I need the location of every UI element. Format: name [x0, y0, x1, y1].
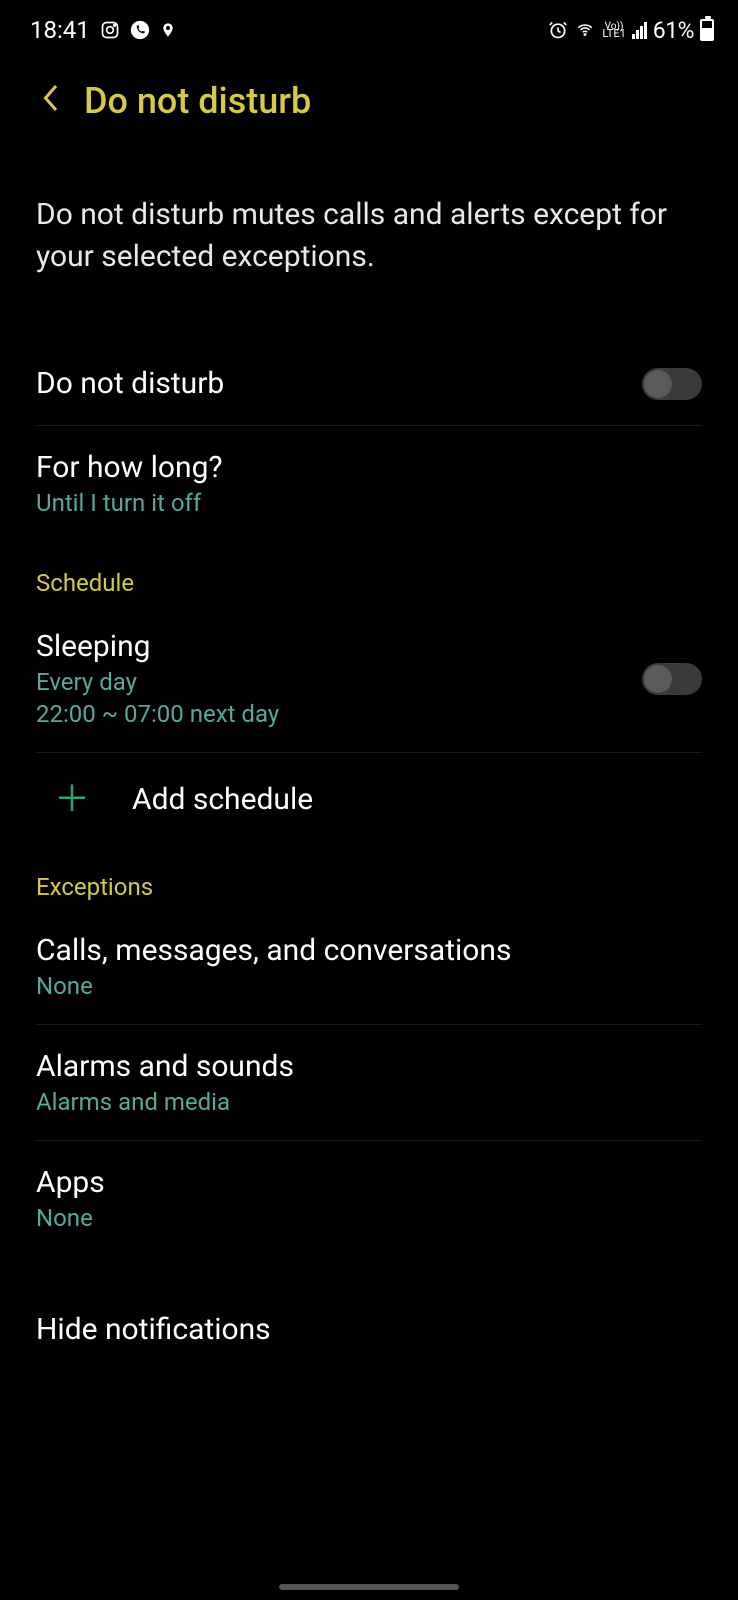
dnd-toggle-label: Do not disturb	[36, 366, 224, 401]
exception-alarms-value: Alarms and media	[36, 1088, 294, 1116]
exception-calls-title: Calls, messages, and conversations	[36, 933, 511, 968]
schedule-item-switch[interactable]	[642, 663, 702, 695]
exception-apps-row[interactable]: Apps None	[36, 1141, 702, 1256]
exception-calls-value: None	[36, 972, 511, 1000]
schedule-section-header: Schedule	[36, 541, 702, 605]
signal-icon	[632, 21, 647, 39]
schedule-item-days: Every day	[36, 668, 279, 696]
add-schedule-row[interactable]: ＋ Add schedule	[36, 753, 702, 845]
add-schedule-label: Add schedule	[132, 782, 313, 817]
schedule-item-sleeping[interactable]: Sleeping Every day 22:00 ~ 07:00 next da…	[36, 605, 702, 753]
alarm-icon	[548, 20, 568, 40]
page-description: Do not disturb mutes calls and alerts ex…	[36, 150, 702, 342]
phone-icon	[130, 20, 150, 40]
hide-notifications-label: Hide notifications	[36, 1312, 271, 1347]
instagram-icon	[100, 20, 120, 40]
volte-indicator: Vo))LTE1	[602, 23, 625, 38]
status-bar: 18:41 Vo))LTE1 61%	[0, 0, 738, 56]
back-button[interactable]	[40, 83, 60, 119]
how-long-value: Until I turn it off	[36, 489, 223, 517]
plus-icon: ＋	[54, 781, 90, 817]
schedule-item-title: Sleeping	[36, 629, 279, 664]
exception-calls-row[interactable]: Calls, messages, and conversations None	[36, 909, 702, 1025]
schedule-item-time: 22:00 ~ 07:00 next day	[36, 700, 279, 728]
exception-alarms-row[interactable]: Alarms and sounds Alarms and media	[36, 1025, 702, 1141]
battery-icon	[700, 19, 714, 41]
page-title: Do not disturb	[84, 80, 311, 122]
wifi-icon	[574, 21, 596, 39]
nav-handle[interactable]	[279, 1584, 459, 1590]
how-long-row[interactable]: For how long? Until I turn it off	[36, 426, 702, 541]
status-left: 18:41	[30, 16, 176, 44]
status-time: 18:41	[30, 16, 90, 44]
dnd-toggle-row[interactable]: Do not disturb	[36, 342, 702, 426]
exception-alarms-title: Alarms and sounds	[36, 1049, 294, 1084]
location-icon	[160, 20, 176, 40]
battery-percent: 61%	[653, 17, 694, 44]
hide-notifications-row[interactable]: Hide notifications	[36, 1256, 702, 1371]
exception-apps-value: None	[36, 1204, 105, 1232]
exception-apps-title: Apps	[36, 1165, 105, 1200]
dnd-toggle-switch[interactable]	[642, 368, 702, 400]
how-long-label: For how long?	[36, 450, 223, 485]
header: Do not disturb	[0, 56, 738, 150]
status-right: Vo))LTE1 61%	[548, 17, 714, 44]
exceptions-section-header: Exceptions	[36, 845, 702, 909]
